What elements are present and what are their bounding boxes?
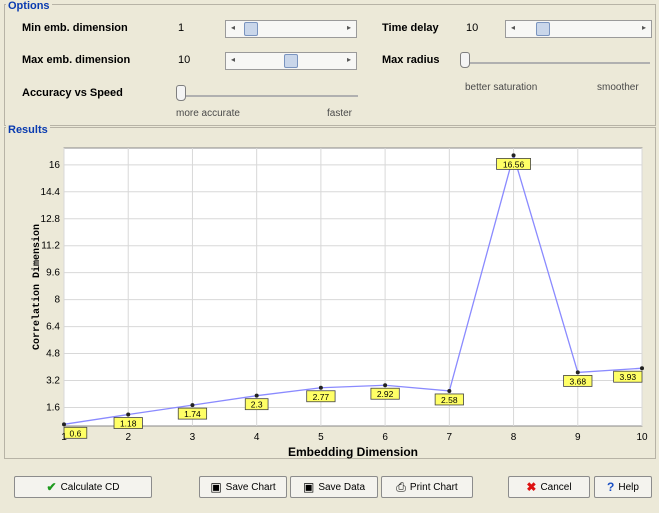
data-point [126,412,131,417]
y-axis-label: Correlation Dimension [31,224,43,350]
x-tick-label: 3 [190,432,196,443]
data-point [62,422,66,427]
correlation-dimension-chart: 0.61.181.742.32.77 2.922.5816.563.68 3.93 … [31,147,648,459]
data-label: 3.68 [570,376,587,386]
calculate-cd-button[interactable]: ✔ Calculate CD [14,476,152,498]
data-label: 1.18 [120,419,137,429]
cancel-label: Cancel [540,481,572,493]
y-tick-label: 1.6 [46,402,60,413]
x-tick-label: 9 [575,432,581,443]
printer-icon: ⎙ [396,480,406,494]
check-icon: ✔ [46,480,57,494]
save-chart-label: Save Chart [225,481,276,493]
print-chart-label: Print Chart [409,481,458,493]
y-tick-label: 8 [54,295,60,306]
data-point [640,366,644,371]
save-chart-button[interactable]: ▣ Save Chart [199,476,287,498]
x-tick-label: 2 [125,432,131,443]
floppy-disk-icon: ▣ [302,480,315,494]
x-tick-label: 6 [382,432,388,443]
cross-icon: ✖ [526,480,537,494]
print-chart-button[interactable]: ⎙ Print Chart [381,476,473,498]
data-label: 1.74 [184,409,201,419]
cancel-button[interactable]: ✖ Cancel [508,476,590,498]
calculate-cd-label: Calculate CD [60,481,120,493]
data-label: 2.58 [441,395,458,405]
save-data-button[interactable]: ▣ Save Data [290,476,378,498]
y-tick-label: 12.8 [41,214,61,225]
x-tick-label: 10 [636,432,648,443]
data-label: 2.92 [377,389,394,399]
x-tick-label: 7 [447,432,453,443]
x-tick-label: 5 [318,432,324,443]
y-tick-label: 16 [49,160,61,171]
data-point [575,370,580,375]
floppy-disk-icon: ▣ [210,480,222,494]
x-tick-label: 1 [61,432,67,443]
data-point [383,383,388,388]
help-button[interactable]: ? Help [594,476,652,498]
data-label: 16.56 [503,159,525,169]
help-label: Help [618,481,639,493]
data-label: 0.6 [69,428,81,438]
x-axis-label: Embedding Dimension [288,445,418,459]
y-tick-label: 11.2 [41,241,60,252]
data-point [190,403,195,408]
y-tick-label: 6.4 [46,322,60,333]
question-icon: ? [607,480,615,494]
data-point [318,385,323,390]
data-label: 2.77 [313,392,330,402]
y-tick-label: 3.2 [46,376,60,387]
y-tick-label: 9.6 [46,268,60,279]
x-tick-label: 8 [511,432,517,443]
save-data-label: Save Data [318,481,366,493]
data-label: 3.93 [620,372,637,382]
y-tick-label: 4.8 [46,349,60,360]
data-label: 2.3 [251,400,263,410]
y-tick-label: 14.4 [41,187,61,198]
data-point [447,388,452,393]
x-tick-label: 4 [254,432,260,443]
data-point [511,153,516,158]
data-point [254,393,259,398]
plot-area [63,147,643,427]
